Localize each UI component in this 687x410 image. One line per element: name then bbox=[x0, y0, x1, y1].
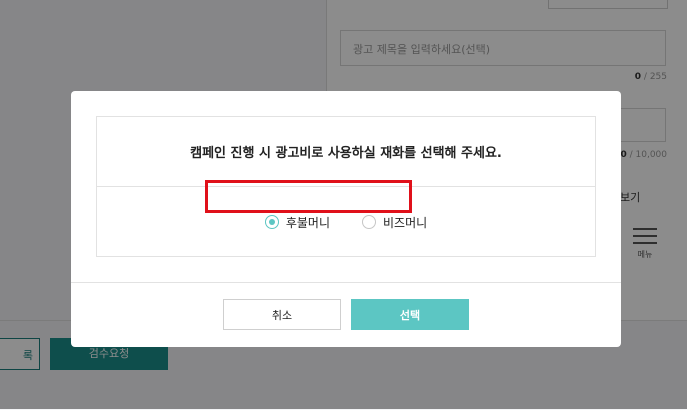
modal-divider bbox=[71, 282, 621, 283]
select-button[interactable]: 선택 bbox=[351, 299, 469, 330]
annotation-highlight-box bbox=[205, 180, 412, 213]
radio-checked-icon[interactable] bbox=[264, 215, 279, 229]
currency-select-modal: 캠페인 진행 시 광고비로 사용하실 재화를 선택해 주세요. 후불머니 비즈머… bbox=[71, 91, 621, 347]
radio-option-biz-money[interactable]: 비즈머니 bbox=[362, 214, 427, 231]
modal-question: 캠페인 진행 시 광고비로 사용하실 재화를 선택해 주세요. bbox=[97, 117, 595, 187]
radio-option-postpaid-money[interactable]: 후불머니 bbox=[264, 214, 330, 231]
radio-label-postpaid-money: 후불머니 bbox=[285, 215, 330, 230]
radio-unchecked-icon[interactable] bbox=[362, 215, 376, 229]
cancel-button[interactable]: 취소 bbox=[223, 299, 341, 330]
radio-label-biz-money: 비즈머니 bbox=[383, 215, 428, 230]
